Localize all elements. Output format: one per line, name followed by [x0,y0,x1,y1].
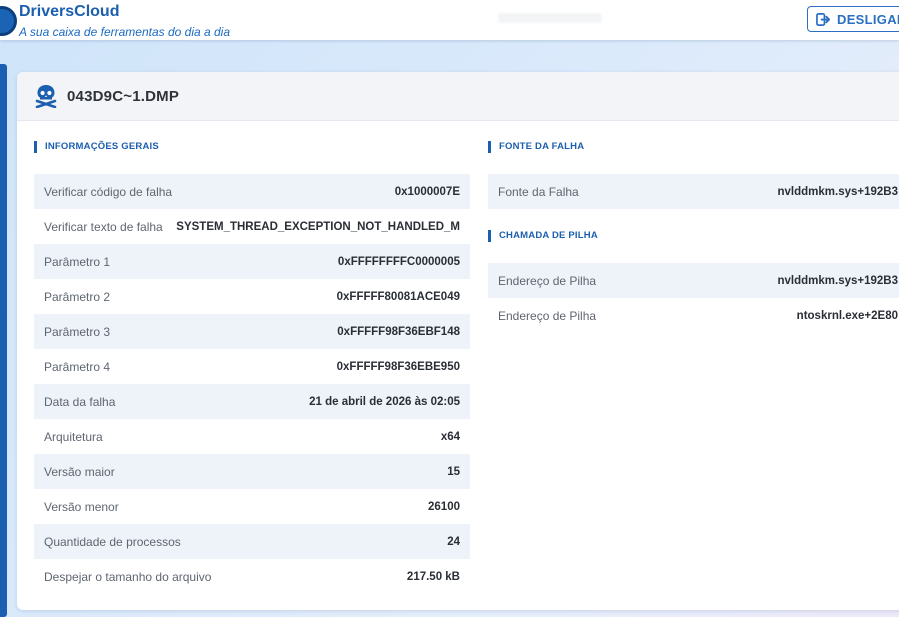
info-row-value: 0x1000007E [394,185,460,198]
info-row: Endereço de Pilha nvlddmkm.sys+192B3 [488,263,899,298]
dump-details-card: 043D9C~1.DMP INFORMAÇÕES GERAIS Verifica… [17,72,899,610]
info-row-value: nvlddmkm.sys+192B3 [777,185,899,198]
blurred-header-text [498,13,602,23]
info-row-value: 21 de abril de 2026 às 02:05 [309,395,460,408]
info-row-value: 0xFFFFF80081ACE049 [336,290,460,303]
info-row: Quantidade de processos 24 [34,524,470,559]
info-row-label: Fonte da Falha [498,184,579,199]
dump-file-title: 043D9C~1.DMP [67,88,180,105]
general-info-list: Verificar código de falha 0x1000007E Verif… [34,174,470,594]
info-row: Endereço de Pilha ntoskrnl.exe+2E80 [488,298,899,333]
logout-button[interactable]: DESLIGAR [807,6,899,32]
info-row-value: x64 [440,430,460,443]
logout-label: DESLIGAR [837,11,899,27]
side-rail [0,64,7,617]
info-row: Verificar texto de falha SYSTEM_THREAD_EX… [34,209,470,244]
info-row-label: Despejar o tamanho do arquivo [44,569,212,584]
info-row: Despejar o tamanho do arquivo 217.50 kB [34,559,470,594]
info-row-value: 217.50 kB [406,570,460,583]
info-row: Parâmetro 3 0xFFFFF98F36EBF148 [34,314,470,349]
call-stack-list: Endereço de Pilha nvlddmkm.sys+192B3 Ender… [488,263,899,333]
info-row-value: 0xFFFFF98F36EBE950 [336,360,460,373]
skull-crossbones-icon [35,85,57,108]
info-row-value: nvlddmkm.sys+192B3 [777,274,899,287]
info-row-label: Parâmetro 2 [44,289,111,304]
info-row: Versão menor 26100 [34,489,470,524]
top-header: DriversCloud A sua caixa de ferramentas … [0,0,899,40]
info-row-label: Endereço de Pilha [498,273,597,288]
fault-source-list: Fonte da Falha nvlddmkm.sys+192B3 [488,174,899,209]
info-row-label: Versão menor [44,499,119,514]
info-row-label: Quantidade de processos [44,534,181,549]
info-row-label: Arquitetura [44,429,103,444]
info-row: Parâmetro 4 0xFFFFF98F36EBE950 [34,349,470,384]
info-row: Versão maior 15 [34,454,470,489]
info-row: Arquitetura x64 [34,419,470,454]
info-row-value: 15 [447,465,460,478]
card-header: 043D9C~1.DMP [17,72,899,121]
app-logo-icon[interactable] [0,6,17,36]
fault-source-heading: FONTE DA FALHA [488,141,584,153]
sign-out-icon [816,12,831,26]
info-row-value: 26100 [428,500,460,513]
info-row-label: Parâmetro 4 [44,359,111,374]
info-row-label: Parâmetro 3 [44,324,111,339]
general-info-heading: INFORMAÇÕES GERAIS [34,141,159,153]
brand-name[interactable]: DriversCloud [19,3,119,21]
info-row-label: Versão maior [44,464,115,479]
call-stack-heading: CHAMADA DE PILHA [488,230,598,242]
info-row-value: 0xFFFFFFFFC0000005 [337,255,460,268]
info-row-value: SYSTEM_THREAD_EXCEPTION_NOT_HANDLED_M [176,220,460,233]
info-row-label: Verificar texto de falha [44,219,163,234]
info-row: Verificar código de falha 0x1000007E [34,174,470,209]
info-row: Parâmetro 1 0xFFFFFFFFC0000005 [34,244,470,279]
info-row-value: 24 [447,535,460,548]
info-row-label: Parâmetro 1 [44,254,111,269]
info-row-label: Endereço de Pilha [498,308,597,323]
info-row: Fonte da Falha nvlddmkm.sys+192B3 [488,174,899,209]
info-row-label: Verificar código de falha [44,184,173,199]
info-row-label: Data da falha [44,394,116,409]
brand-tagline: A sua caixa de ferramentas do dia a dia [19,25,231,39]
info-row: Parâmetro 2 0xFFFFF80081ACE049 [34,279,470,314]
info-row: Data da falha 21 de abril de 2026 às 02:0… [34,384,470,419]
info-row-value: ntoskrnl.exe+2E80 [796,309,898,322]
info-row-value: 0xFFFFF98F36EBF148 [337,325,460,338]
